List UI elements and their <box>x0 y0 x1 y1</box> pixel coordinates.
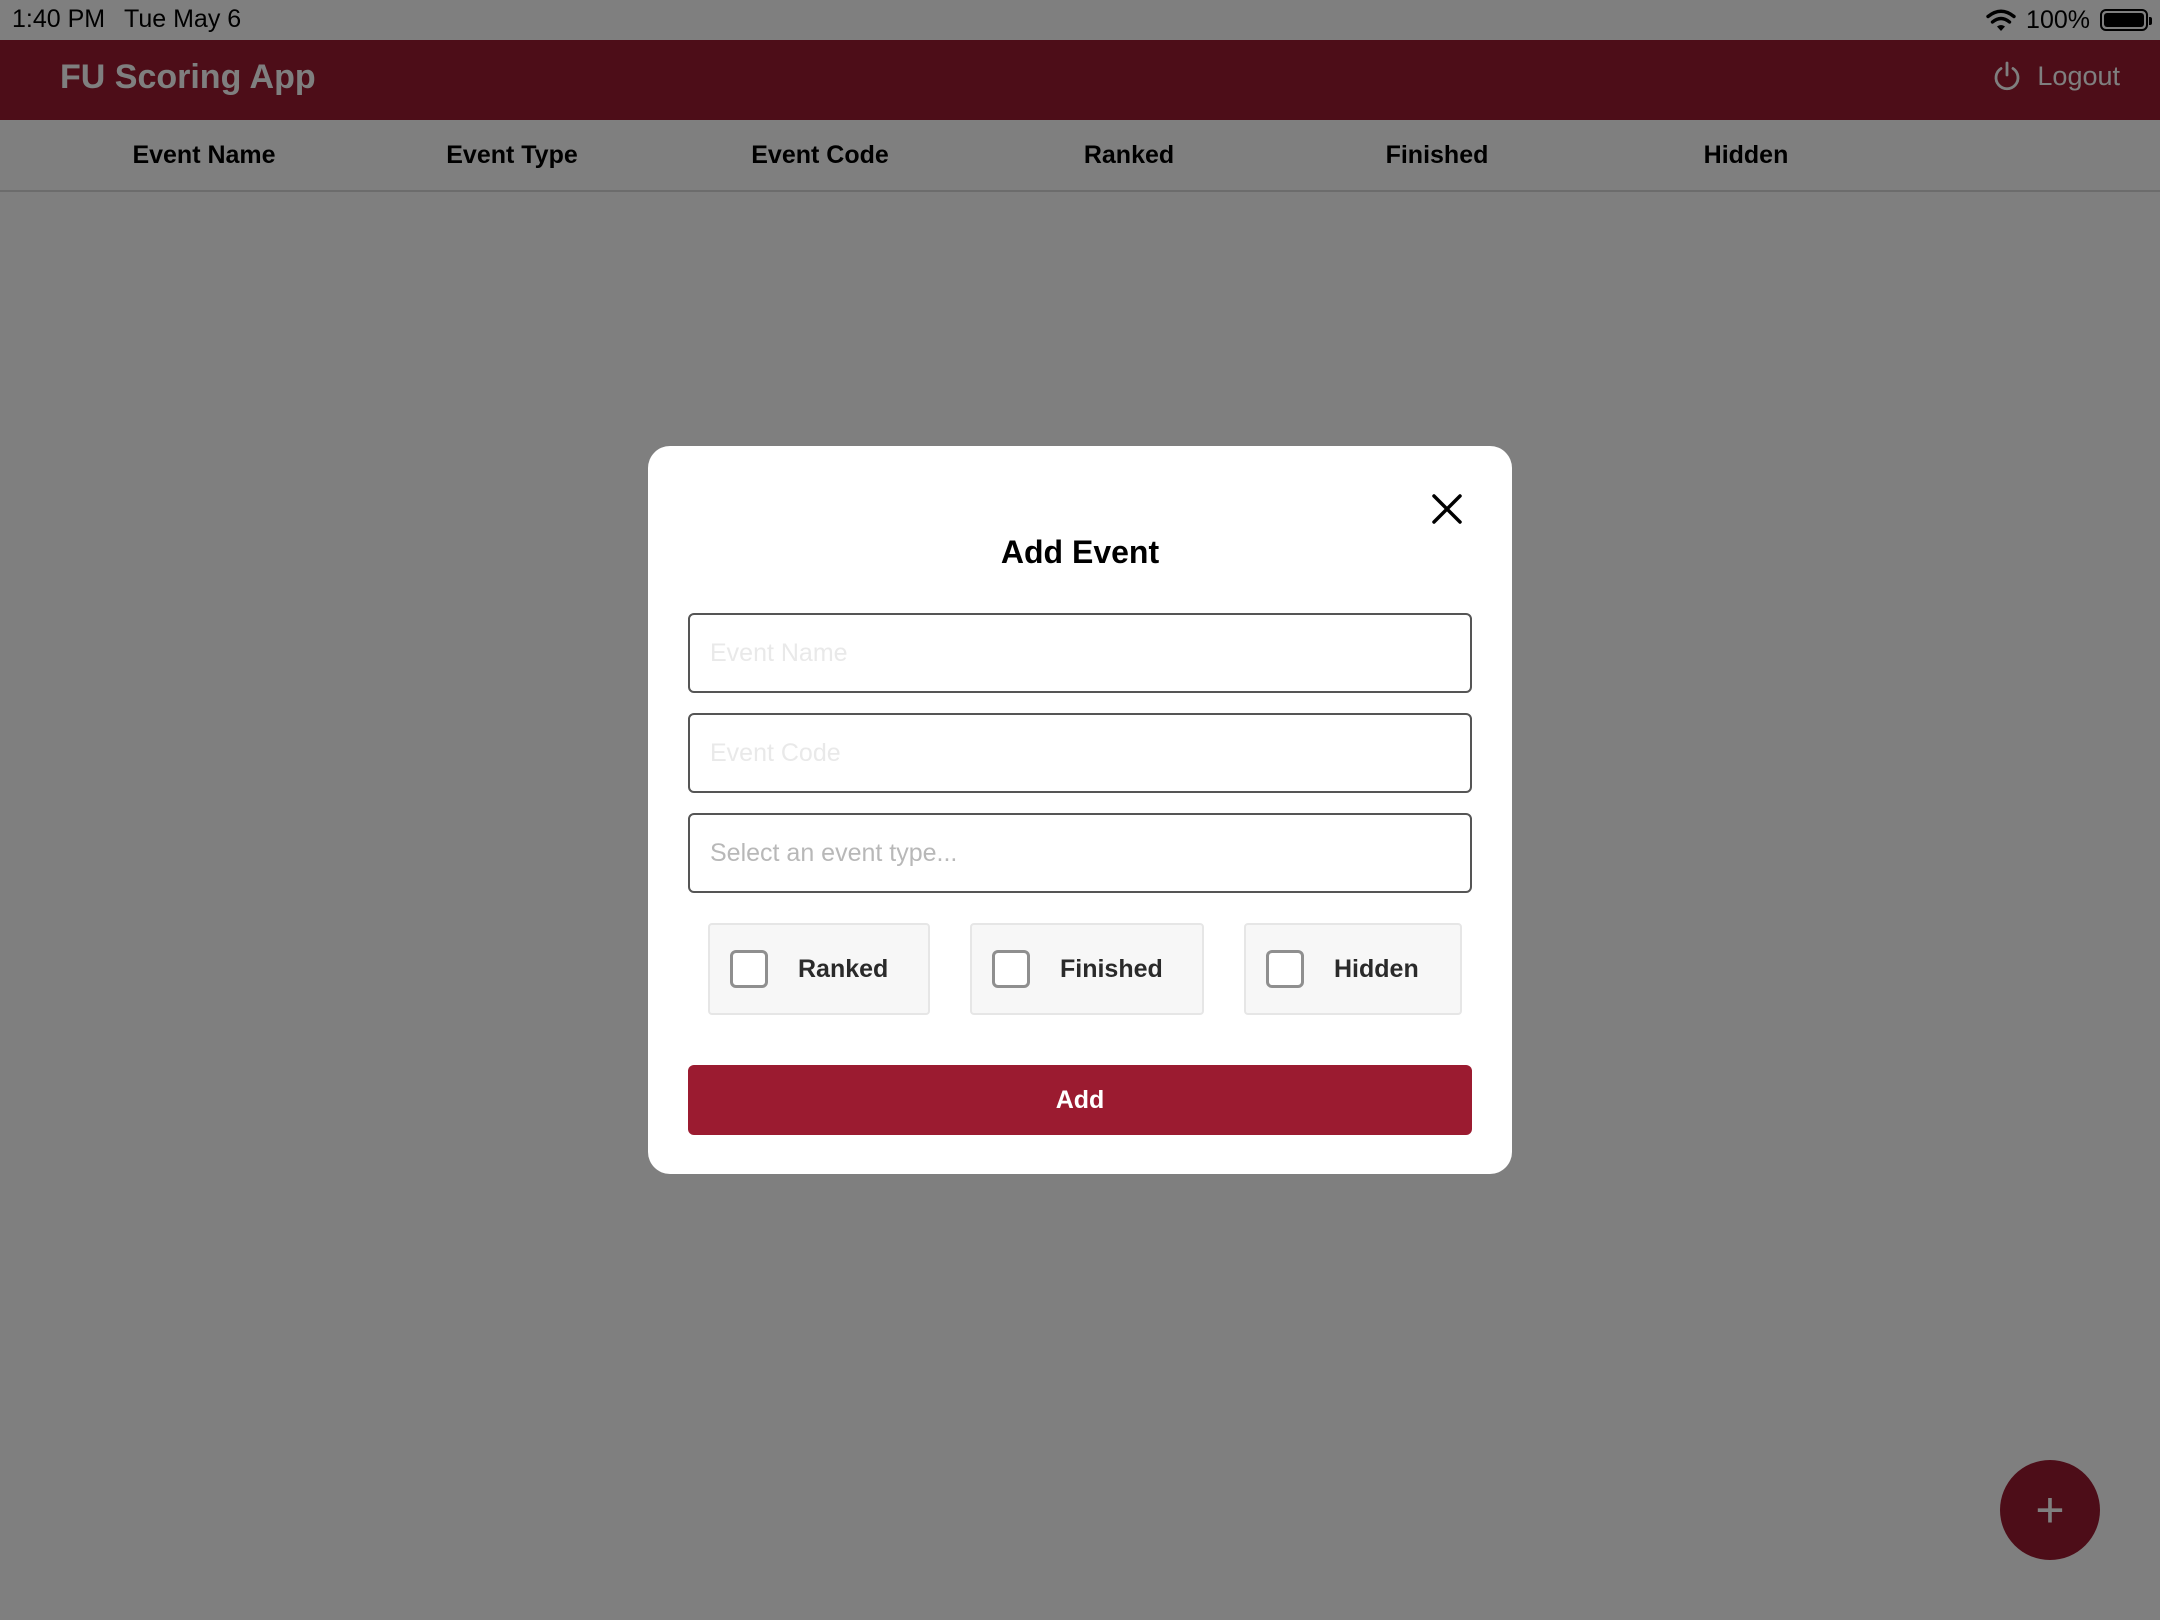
hidden-checkbox-box[interactable] <box>1266 950 1304 988</box>
close-button[interactable] <box>1426 488 1468 530</box>
ranked-checkbox[interactable]: Ranked <box>708 923 930 1015</box>
event-type-select[interactable]: Select an event type... <box>688 813 1472 893</box>
hidden-checkbox-label: Hidden <box>1334 954 1419 983</box>
event-name-input[interactable] <box>688 613 1472 693</box>
screen: 1:40 PM Tue May 6 100% FU Scoring App Lo… <box>0 0 2160 1620</box>
close-icon <box>1432 494 1462 524</box>
add-event-modal: Add Event Select an event type... Ranked… <box>648 446 1512 1174</box>
event-code-input[interactable] <box>688 713 1472 793</box>
hidden-checkbox[interactable]: Hidden <box>1244 923 1462 1015</box>
modal-title: Add Event <box>1000 534 1160 570</box>
finished-checkbox-label: Finished <box>1060 954 1163 983</box>
finished-checkbox-box[interactable] <box>992 950 1030 988</box>
event-type-placeholder: Select an event type... <box>710 838 958 867</box>
ranked-checkbox-box[interactable] <box>730 950 768 988</box>
finished-checkbox[interactable]: Finished <box>970 923 1204 1015</box>
ranked-checkbox-label: Ranked <box>798 954 889 983</box>
add-button[interactable]: Add <box>688 1065 1472 1135</box>
